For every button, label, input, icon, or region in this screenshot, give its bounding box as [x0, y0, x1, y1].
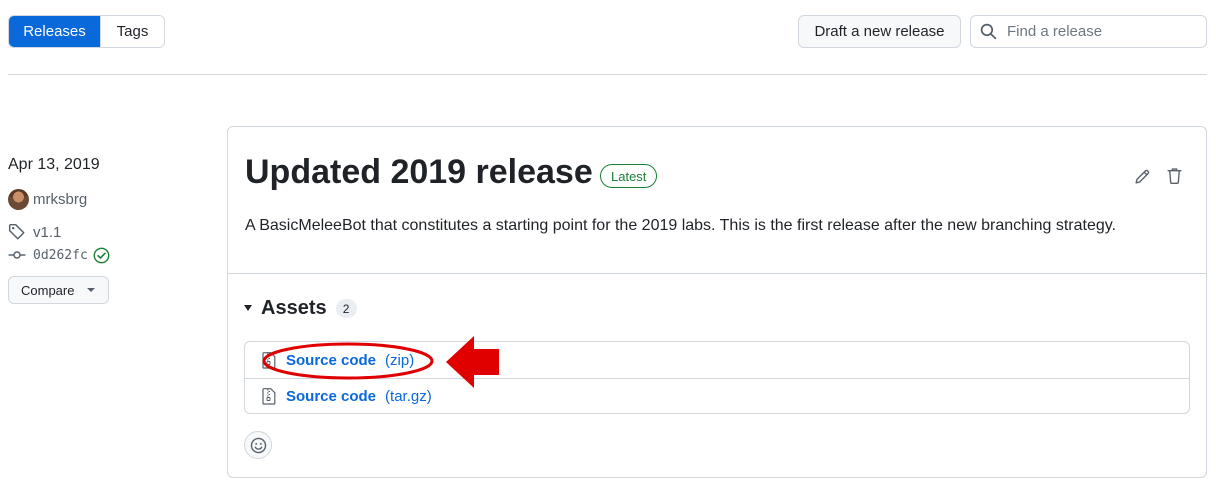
- assets-heading: Assets: [261, 297, 327, 319]
- asset-extension[interactable]: (zip): [385, 352, 414, 369]
- commit-row[interactable]: 0d262fc: [8, 246, 110, 264]
- trash-icon[interactable]: [1166, 167, 1183, 185]
- card-divider: [228, 273, 1206, 274]
- header-divider: [8, 74, 1207, 75]
- tag-icon: [8, 223, 26, 241]
- tag-name[interactable]: v1.1: [33, 224, 61, 241]
- source-code-targz-link[interactable]: Source code: [286, 388, 376, 405]
- tag-row[interactable]: v1.1: [8, 223, 61, 241]
- tab-releases[interactable]: Releases: [9, 16, 100, 47]
- asset-extension[interactable]: (tar.gz): [385, 388, 432, 405]
- add-reaction-button[interactable]: [244, 431, 272, 459]
- source-code-zip-link[interactable]: Source code: [286, 352, 376, 369]
- release-description: A BasicMeleeBot that constitutes a start…: [245, 217, 1116, 234]
- triangle-down-icon: [244, 305, 252, 312]
- latest-badge: Latest: [600, 164, 658, 188]
- find-release-search[interactable]: [970, 15, 1207, 48]
- author-name[interactable]: mrksbrg: [33, 191, 87, 208]
- search-icon: [980, 23, 997, 40]
- commit-sha[interactable]: 0d262fc: [33, 248, 88, 263]
- release-date: Apr 13, 2019: [8, 156, 100, 173]
- smiley-icon: [250, 437, 267, 454]
- assets-toggle[interactable]: Assets 2: [244, 297, 357, 320]
- list-item[interactable]: Source code (tar.gz): [245, 378, 1189, 414]
- compare-button[interactable]: Compare: [8, 276, 109, 304]
- asset-list: Source code (zip) Source code (tar.gz): [244, 341, 1190, 414]
- release-title[interactable]: Updated 2019 release: [245, 153, 593, 192]
- file-zip-icon: [262, 388, 276, 405]
- list-item[interactable]: Source code (zip): [245, 342, 1189, 378]
- search-input[interactable]: [1005, 22, 1195, 41]
- release-card: Updated 2019 release Latest A BasicMelee…: [227, 126, 1207, 478]
- caret-down-icon: [86, 287, 96, 293]
- compare-label: Compare: [21, 282, 75, 298]
- releases-tags-switch: Releases Tags: [8, 15, 165, 48]
- assets-count-badge: 2: [335, 299, 357, 318]
- pencil-icon[interactable]: [1134, 168, 1151, 185]
- verified-check-icon: [93, 247, 110, 264]
- commit-icon: [8, 246, 26, 264]
- tab-tags[interactable]: Tags: [100, 16, 164, 47]
- avatar[interactable]: [8, 189, 29, 210]
- draft-new-release-button[interactable]: Draft a new release: [798, 15, 961, 48]
- author-row[interactable]: mrksbrg: [8, 189, 87, 210]
- file-zip-icon: [262, 351, 276, 369]
